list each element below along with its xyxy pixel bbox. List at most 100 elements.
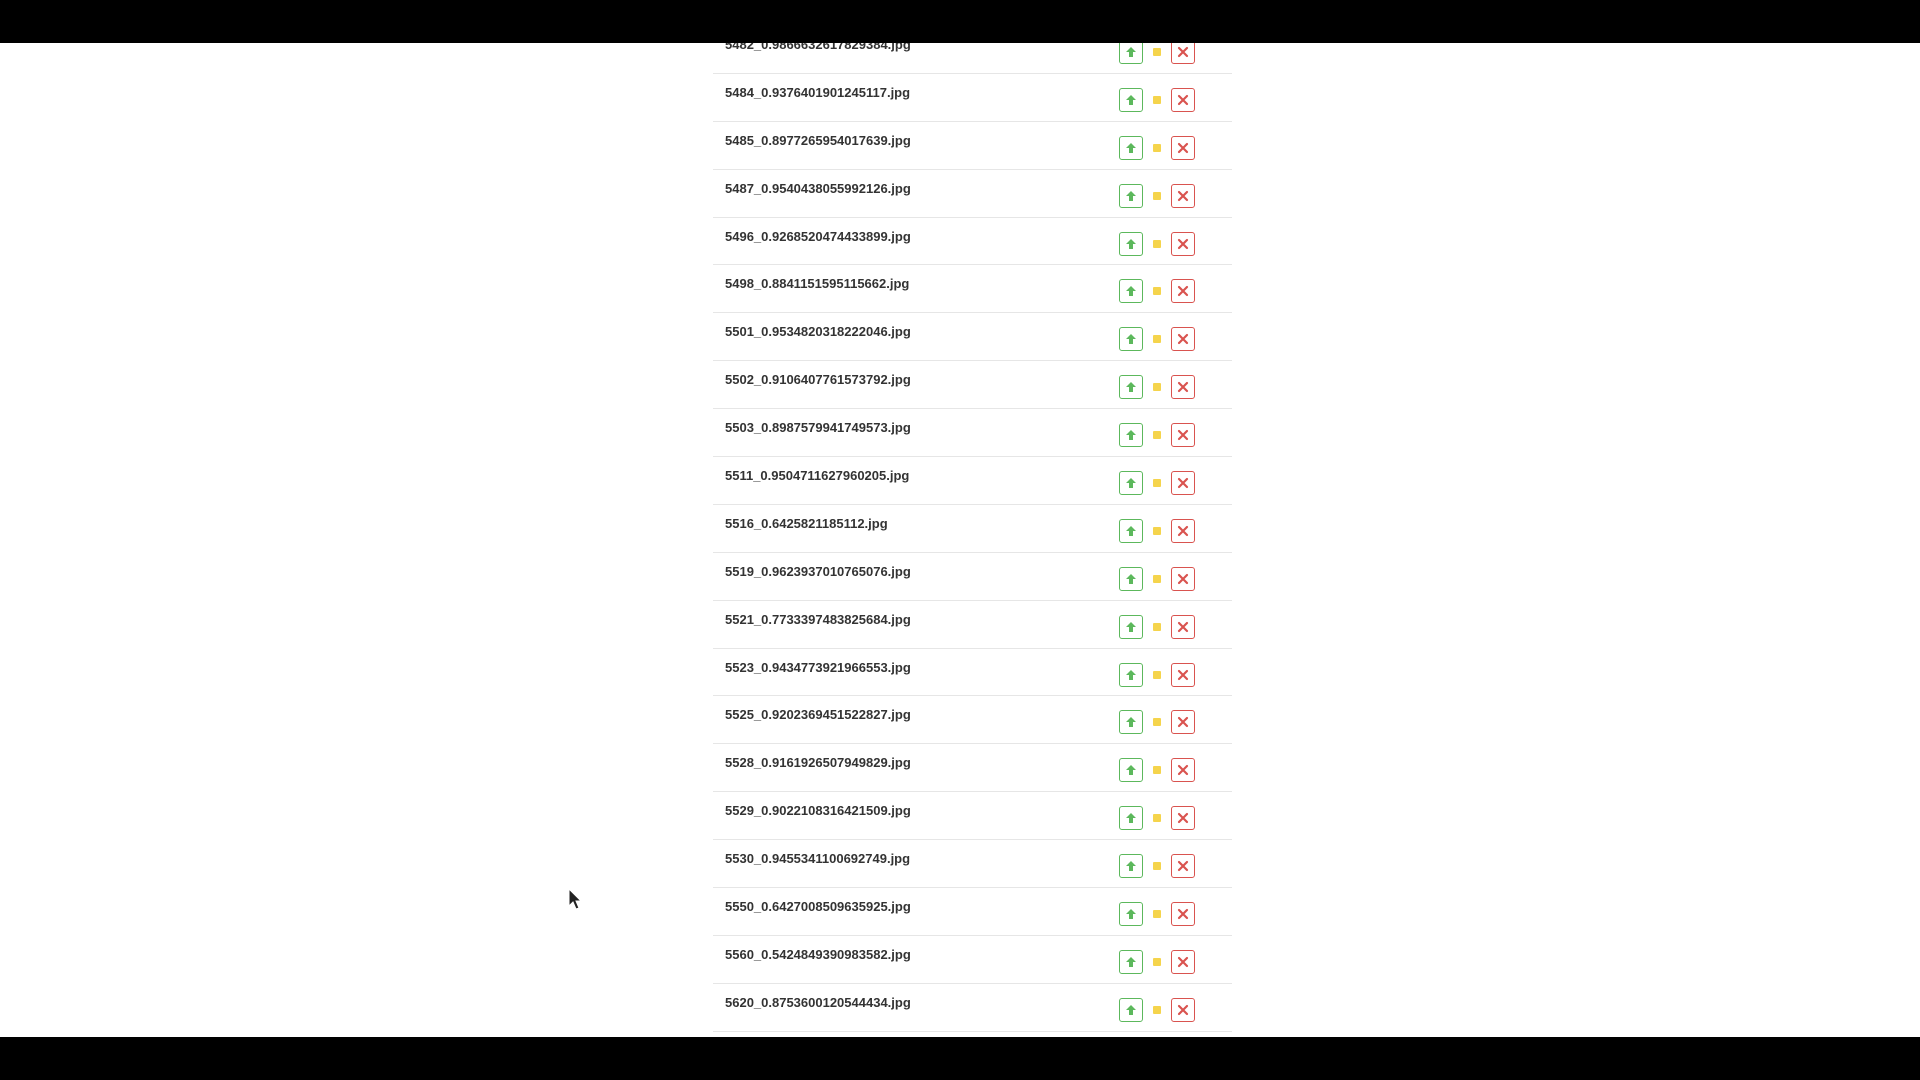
delete-button[interactable] [1171, 566, 1195, 591]
delete-button[interactable] [1171, 279, 1195, 304]
delete-button[interactable] [1171, 135, 1195, 160]
file-row: 5523_0.9434773921966553.jpg [713, 649, 1232, 697]
delete-button[interactable] [1171, 518, 1195, 543]
file-row: 5530_0.9455341100692749.jpg [713, 840, 1232, 889]
pending-button[interactable] [1145, 710, 1169, 735]
file-name: 5521_0.7733397483825684.jpg [725, 611, 911, 627]
file-name: 5550_0.6427008509635925.jpg [725, 899, 911, 915]
upload-button[interactable] [1119, 43, 1143, 64]
close-icon [1177, 190, 1189, 201]
row-actions [1119, 614, 1197, 639]
delete-button[interactable] [1171, 471, 1195, 496]
upload-icon [1126, 430, 1136, 441]
pending-button[interactable] [1145, 423, 1169, 448]
upload-button[interactable] [1119, 231, 1143, 256]
pending-button[interactable] [1145, 279, 1169, 304]
pending-button[interactable] [1145, 135, 1169, 160]
upload-button[interactable] [1119, 518, 1143, 543]
pending-button[interactable] [1145, 375, 1169, 400]
delete-button[interactable] [1171, 758, 1195, 783]
pending-button[interactable] [1145, 566, 1169, 591]
upload-button[interactable] [1119, 566, 1143, 591]
pending-button[interactable] [1145, 806, 1169, 831]
upload-button[interactable] [1119, 87, 1143, 112]
pending-button[interactable] [1145, 854, 1169, 879]
delete-button[interactable] [1171, 710, 1195, 735]
row-actions [1119, 471, 1197, 496]
upload-button[interactable] [1119, 758, 1143, 783]
pending-button[interactable] [1145, 902, 1169, 927]
upload-button[interactable] [1119, 662, 1143, 687]
delete-button[interactable] [1171, 949, 1195, 974]
square-icon [1153, 143, 1161, 152]
close-icon [1177, 765, 1189, 776]
upload-button[interactable] [1119, 327, 1143, 352]
delete-button[interactable] [1171, 902, 1195, 927]
upload-icon [1126, 909, 1136, 920]
file-row: 5550_0.6427008509635925.jpg [713, 888, 1232, 936]
delete-button[interactable] [1171, 231, 1195, 256]
delete-button[interactable] [1171, 614, 1195, 639]
upload-icon [1126, 525, 1136, 536]
pending-button[interactable] [1145, 183, 1169, 208]
close-icon [1177, 956, 1189, 968]
pending-button[interactable] [1145, 997, 1169, 1022]
app-viewport: 5482_0.9866632617829384.jpg 5484_0.937640… [0, 43, 1920, 1037]
upload-button[interactable] [1119, 806, 1143, 831]
upload-icon [1126, 669, 1136, 680]
pending-button[interactable] [1145, 231, 1169, 256]
upload-button[interactable] [1119, 854, 1143, 879]
file-name: 5501_0.9534820318222046.jpg [725, 324, 911, 340]
upload-button[interactable] [1119, 375, 1143, 400]
file-name: 5516_0.6425821185112.jpg [725, 515, 888, 531]
delete-button[interactable] [1171, 183, 1195, 208]
pending-button[interactable] [1145, 949, 1169, 974]
square-icon [1153, 335, 1161, 344]
file-name: 5519_0.9623937010765076.jpg [725, 563, 911, 579]
upload-button[interactable] [1119, 279, 1143, 304]
delete-button[interactable] [1171, 43, 1195, 64]
upload-button[interactable] [1119, 997, 1143, 1022]
upload-icon [1126, 334, 1136, 345]
letterbox-bottom [0, 1037, 1920, 1080]
file-row: 5503_0.8987579941749573.jpg [713, 409, 1232, 458]
delete-button[interactable] [1171, 327, 1195, 352]
upload-button[interactable] [1119, 183, 1143, 208]
row-actions [1119, 949, 1197, 974]
pending-button[interactable] [1145, 518, 1169, 543]
row-actions [1119, 375, 1197, 400]
delete-button[interactable] [1171, 87, 1195, 112]
delete-button[interactable] [1171, 662, 1195, 687]
upload-button[interactable] [1119, 614, 1143, 639]
file-row: 5502_0.9106407761573792.jpg [713, 361, 1232, 410]
square-icon [1153, 526, 1161, 535]
upload-button[interactable] [1119, 902, 1143, 927]
pending-button[interactable] [1145, 471, 1169, 496]
file-row: 5519_0.9623937010765076.jpg [713, 553, 1232, 601]
upload-icon [1126, 717, 1136, 728]
file-row: 5501_0.9534820318222046.jpg [713, 313, 1232, 362]
delete-button[interactable] [1171, 423, 1195, 448]
pending-button[interactable] [1145, 758, 1169, 783]
row-actions [1119, 806, 1197, 831]
pending-button[interactable] [1145, 662, 1169, 687]
file-name: 5485_0.8977265954017639.jpg [725, 132, 911, 148]
delete-button[interactable] [1171, 375, 1195, 400]
close-icon [1177, 94, 1189, 105]
delete-button[interactable] [1171, 806, 1195, 831]
file-name: 5511_0.9504711627960205.jpg [725, 468, 910, 484]
upload-icon [1126, 238, 1136, 249]
upload-button[interactable] [1119, 471, 1143, 496]
delete-button[interactable] [1171, 854, 1195, 879]
upload-icon [1126, 956, 1136, 967]
upload-button[interactable] [1119, 423, 1143, 448]
close-icon [1177, 46, 1189, 58]
delete-button[interactable] [1171, 997, 1195, 1022]
pending-button[interactable] [1145, 43, 1169, 64]
pending-button[interactable] [1145, 327, 1169, 352]
pending-button[interactable] [1145, 87, 1169, 112]
upload-button[interactable] [1119, 135, 1143, 160]
upload-button[interactable] [1119, 710, 1143, 735]
upload-button[interactable] [1119, 949, 1143, 974]
pending-button[interactable] [1145, 614, 1169, 639]
